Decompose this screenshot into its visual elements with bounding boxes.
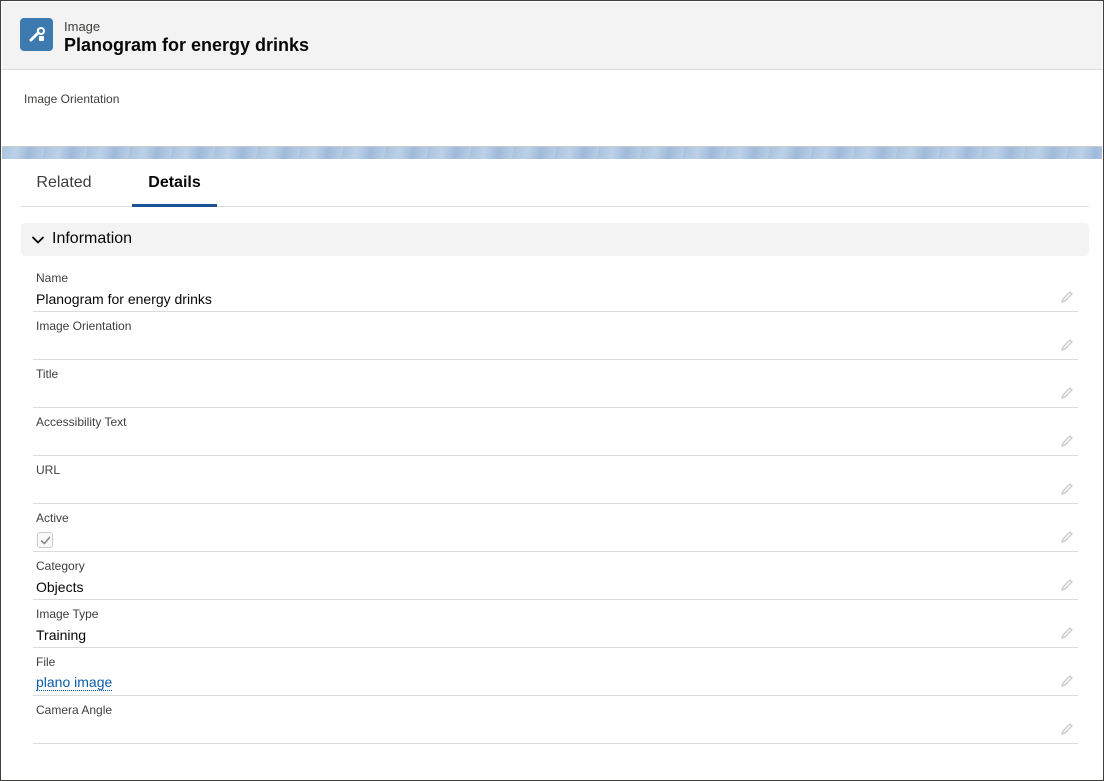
pencil-icon[interactable] bbox=[1060, 482, 1074, 496]
record-page: Image Planogram for energy drinks Image … bbox=[0, 0, 1104, 781]
active-checkbox bbox=[37, 532, 53, 548]
field-label: Active bbox=[36, 511, 69, 525]
field-accessibility-text: Accessibility Text bbox=[33, 408, 1078, 456]
chevron-down-icon bbox=[32, 236, 44, 244]
field-label: Title bbox=[36, 367, 59, 381]
record-header: Image Planogram for energy drinks Image … bbox=[2, 2, 1102, 147]
record-header-top: Image Planogram for energy drinks bbox=[2, 2, 1102, 70]
page-title: Planogram for energy drinks bbox=[64, 35, 310, 55]
pencil-icon[interactable] bbox=[1060, 290, 1074, 304]
field-value: Training bbox=[36, 627, 87, 643]
file-link[interactable]: plano image bbox=[36, 675, 113, 691]
image-tool-icon bbox=[20, 18, 53, 51]
field-title: Title bbox=[33, 360, 1078, 408]
field-camera-angle: Camera Angle bbox=[33, 696, 1078, 744]
section-information-toggle[interactable]: Information bbox=[21, 223, 1089, 256]
field-image-type: Image Type Training bbox=[33, 600, 1078, 648]
field-file: File plano image bbox=[33, 648, 1078, 696]
pencil-icon[interactable] bbox=[1060, 530, 1074, 544]
field-name: Name Planogram for energy drinks bbox=[33, 264, 1078, 312]
pencil-icon[interactable] bbox=[1060, 674, 1074, 688]
field-label: Accessibility Text bbox=[36, 415, 127, 429]
pencil-icon[interactable] bbox=[1060, 722, 1074, 736]
check-icon bbox=[40, 536, 50, 544]
field-label: Name bbox=[36, 271, 69, 285]
pencil-icon[interactable] bbox=[1060, 578, 1074, 592]
field-value: Planogram for energy drinks bbox=[36, 291, 212, 307]
field-label: Category bbox=[36, 559, 85, 573]
field-list: Name Planogram for energy drinks Image O… bbox=[33, 264, 1078, 744]
tab-bar: Related Details bbox=[21, 159, 1089, 207]
pencil-icon[interactable] bbox=[1060, 626, 1074, 640]
field-value: Objects bbox=[36, 579, 84, 595]
field-image-orientation: Image Orientation bbox=[33, 312, 1078, 360]
section-title: Information bbox=[52, 230, 133, 247]
tab-related[interactable]: Related bbox=[21, 159, 107, 207]
object-type-label: Image bbox=[64, 19, 101, 34]
field-label: Image Orientation bbox=[36, 319, 132, 333]
field-active: Active bbox=[33, 504, 1078, 552]
tab-details[interactable]: Details bbox=[132, 159, 217, 207]
field-label: URL bbox=[36, 463, 61, 477]
field-url: URL bbox=[33, 456, 1078, 504]
pencil-icon[interactable] bbox=[1060, 386, 1074, 400]
field-label: Camera Angle bbox=[36, 703, 113, 717]
highlight-field-label: Image Orientation bbox=[24, 92, 120, 106]
field-category: Category Objects bbox=[33, 552, 1078, 600]
field-label: File bbox=[36, 655, 56, 669]
pencil-icon[interactable] bbox=[1060, 338, 1074, 352]
pencil-icon[interactable] bbox=[1060, 434, 1074, 448]
header-decoration bbox=[2, 147, 1102, 159]
field-label: Image Type bbox=[36, 607, 99, 621]
